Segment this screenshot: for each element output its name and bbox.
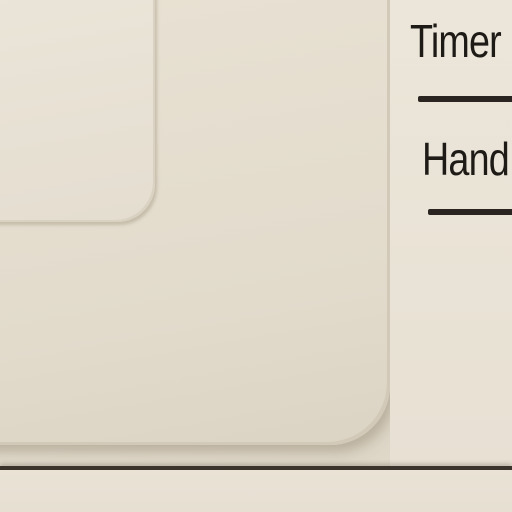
bottom-strip — [0, 470, 512, 512]
hand-label: Hand — [422, 133, 510, 185]
inner-raised-panel — [0, 0, 155, 222]
control-label-surface — [390, 0, 512, 470]
appliance-panel-photo: Timer Hand — [0, 0, 512, 512]
timer-label: Timer — [410, 15, 502, 67]
timer-underline — [418, 96, 512, 102]
hand-underline — [428, 209, 512, 215]
